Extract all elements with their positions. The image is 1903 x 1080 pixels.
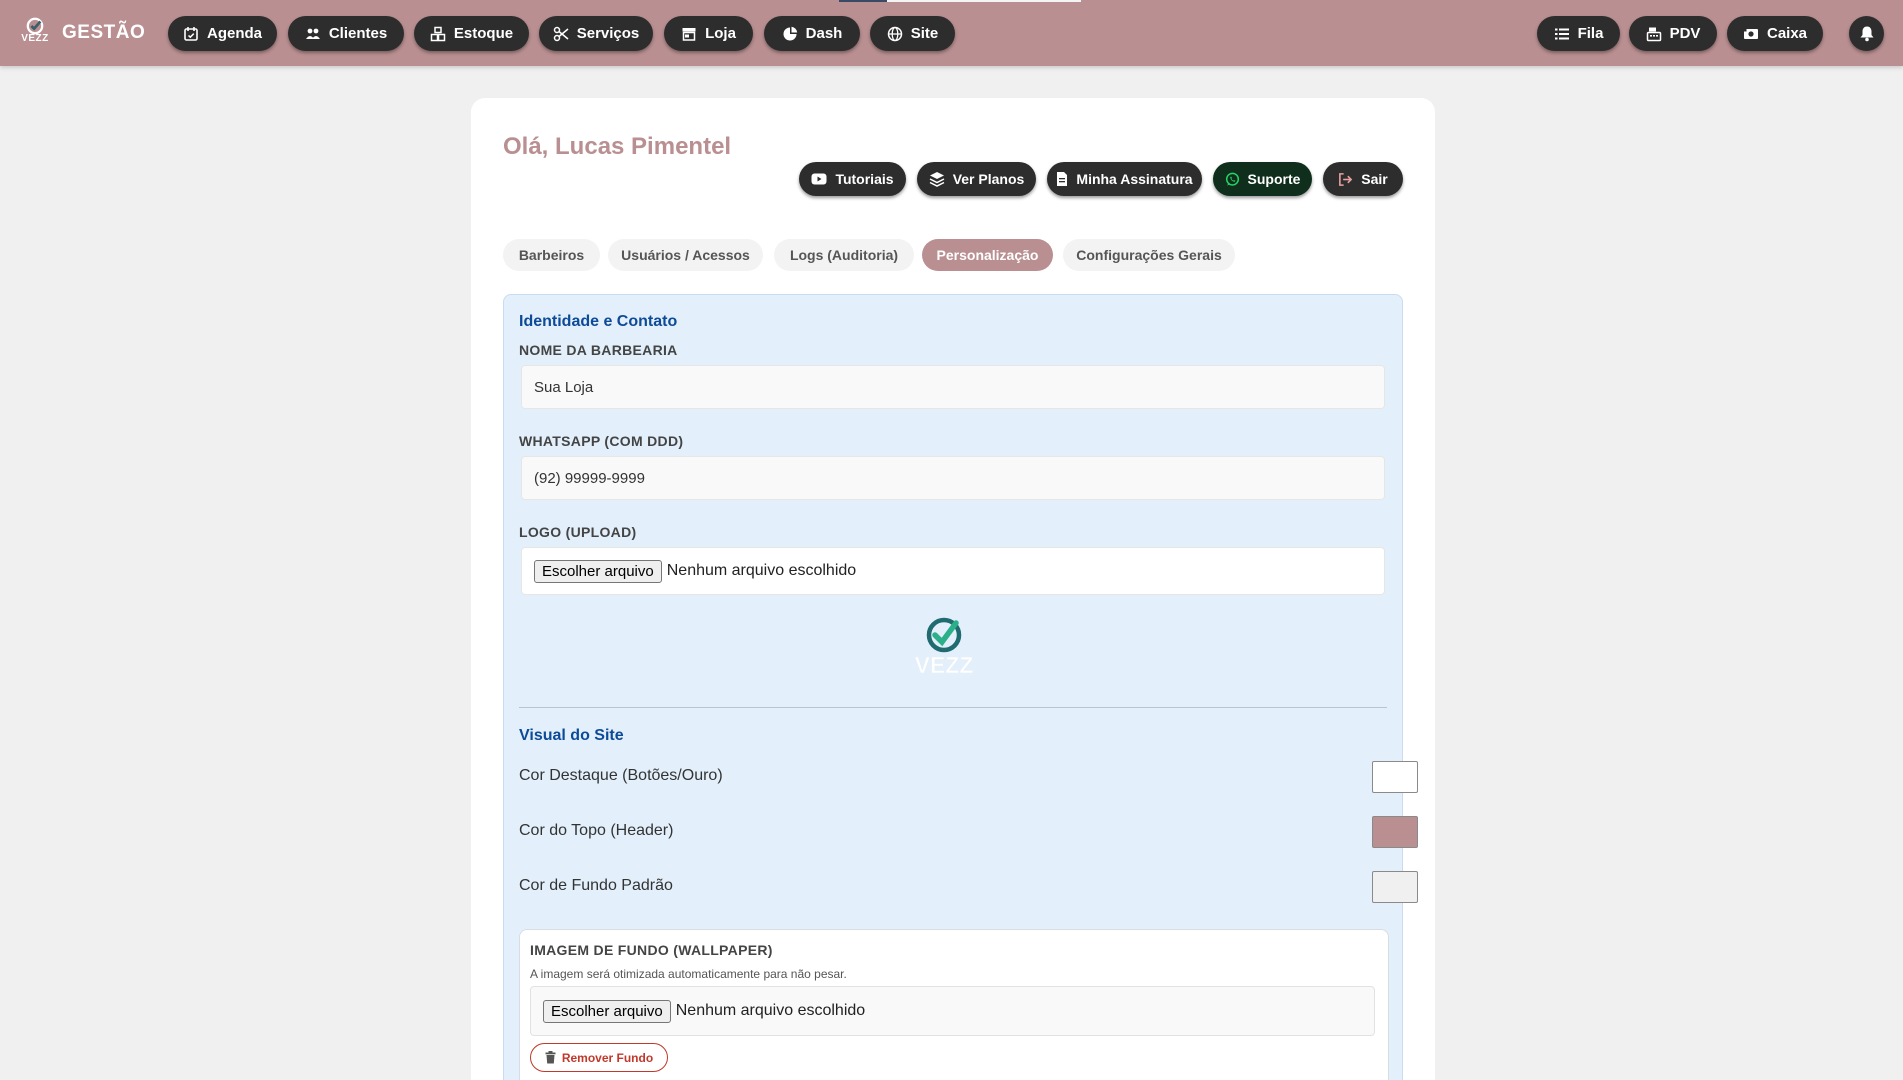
boxes-icon — [430, 26, 446, 41]
nav-label: Serviços — [576, 25, 640, 42]
accent-color-label: Cor Destaque (Botões/Ouro) — [519, 767, 723, 784]
remove-background-label: Remover Fundo — [561, 1050, 654, 1065]
tutorials-label: Tutoriais — [835, 171, 894, 187]
background-color-picker[interactable] — [1372, 871, 1418, 903]
nav-loja[interactable]: Loja — [664, 16, 753, 51]
identity-section-title: Identidade e Contato — [519, 313, 678, 330]
personalization-panel: Identidade e Contato NOME DA BARBEARIA S… — [503, 294, 1418, 1080]
list-icon — [1554, 28, 1569, 39]
tab-usuarios-acessos[interactable]: Usuários / Acessos — [608, 239, 763, 271]
nav-dash[interactable]: Dash — [764, 16, 860, 51]
logo-preview-text: VEZZ — [915, 652, 974, 678]
app-title: GESTÃO — [62, 22, 146, 43]
brand-logo[interactable]: VEZZ — [18, 17, 52, 49]
logo-preview-image: VEZZ — [904, 615, 984, 679]
whatsapp-input[interactable]: (92) 99999-9999 — [521, 456, 1385, 500]
nav-caixa[interactable]: Caixa — [1727, 16, 1823, 51]
youtube-icon — [811, 173, 827, 185]
tab-logs-auditoria[interactable]: Logs (Auditoria) — [774, 239, 914, 271]
settings-card: Olá, Lucas Pimentel Tutoriais Ver Planos… — [471, 98, 1435, 1080]
nav-label: Clientes — [328, 25, 388, 42]
nav-label: Fila — [1577, 25, 1604, 42]
nav-fila[interactable]: Fila — [1537, 16, 1620, 51]
vezz-logo-icon: VEZZ — [914, 617, 974, 678]
nav-servicos[interactable]: Serviços — [539, 16, 653, 51]
nav-pdv[interactable]: PDV — [1629, 16, 1717, 51]
logo-file-status: Nenhum arquivo escolhido — [666, 562, 857, 579]
my-subscription-button[interactable]: Minha Assinatura — [1047, 162, 1202, 196]
nav-label: Caixa — [1766, 25, 1808, 42]
view-plans-button[interactable]: Ver Planos — [917, 162, 1036, 196]
tab-barbeiros[interactable]: Barbeiros — [503, 239, 600, 271]
bell-icon — [1860, 26, 1873, 42]
support-label: Suporte — [1247, 171, 1301, 187]
logout-label: Sair — [1361, 171, 1388, 187]
view-plans-label: Ver Planos — [952, 171, 1025, 187]
pie-chart-icon — [783, 26, 797, 40]
my-subscription-label: Minha Assinatura — [1076, 171, 1193, 187]
nav-estoque[interactable]: Estoque — [414, 16, 529, 51]
scissors-icon — [553, 26, 569, 41]
calendar-icon — [184, 26, 198, 41]
nav-label: Dash — [805, 25, 843, 42]
nav-label: Loja — [705, 25, 736, 42]
nav-label: PDV — [1669, 25, 1701, 42]
header-color-picker[interactable] — [1372, 816, 1418, 848]
wallpaper-upload-input[interactable]: Escolher arquivo Nenhum arquivo escolhid… — [530, 986, 1375, 1036]
wallpaper-box: IMAGEM DE FUNDO (WALLPAPER) A imagem ser… — [519, 929, 1389, 1080]
support-button[interactable]: Suporte — [1213, 162, 1312, 196]
globe-icon — [887, 26, 902, 41]
logo-upload-label: LOGO (UPLOAD) — [519, 524, 637, 540]
whatsapp-icon — [1225, 172, 1239, 186]
shop-name-label: NOME DA BARBEARIA — [519, 342, 678, 358]
nav-label: Site — [910, 25, 939, 42]
top-header: VEZZ GESTÃO Agenda Clientes Estoque Serv… — [0, 0, 1903, 66]
loading-bar — [839, 0, 1081, 2]
shop-name-input[interactable]: Sua Loja — [521, 365, 1385, 409]
nav-site[interactable]: Site — [870, 16, 955, 51]
nav-clientes[interactable]: Clientes — [288, 16, 404, 51]
wallpaper-file-status: Nenhum arquivo escolhido — [675, 1002, 866, 1019]
header-color-label: Cor do Topo (Header) — [519, 822, 674, 839]
tab-configuracoes-gerais[interactable]: Configurações Gerais — [1063, 239, 1235, 271]
wallpaper-title: IMAGEM DE FUNDO (WALLPAPER) — [530, 942, 773, 958]
logout-icon — [1339, 172, 1353, 186]
nav-label: Agenda — [206, 25, 262, 42]
tutorials-button[interactable]: Tutoriais — [799, 162, 906, 196]
money-icon — [1743, 28, 1758, 39]
section-divider — [519, 707, 1387, 708]
logo-upload-input[interactable]: Escolher arquivo Nenhum arquivo escolhid… — [521, 547, 1385, 595]
nav-label: Estoque — [453, 25, 514, 42]
accent-color-picker[interactable] — [1372, 761, 1418, 793]
trash-icon — [545, 1051, 556, 1064]
nav-agenda[interactable]: Agenda — [168, 16, 277, 51]
greeting-title: Olá, Lucas Pimentel — [503, 133, 732, 160]
logo-choose-file-button[interactable]: Escolher arquivo — [534, 559, 662, 583]
tab-personalizacao[interactable]: Personalização — [922, 239, 1053, 271]
store-icon — [682, 27, 696, 41]
file-invoice-icon — [1057, 172, 1068, 186]
whatsapp-label: WHATSAPP (COM DDD) — [519, 433, 684, 449]
layers-icon — [929, 172, 945, 187]
notifications-button[interactable] — [1849, 16, 1884, 51]
brand-small-text: VEZZ — [21, 33, 49, 44]
remove-background-button[interactable]: Remover Fundo — [530, 1043, 668, 1072]
logout-button[interactable]: Sair — [1323, 162, 1403, 196]
wallpaper-hint: A imagem será otimizada automaticamente … — [530, 967, 847, 981]
wallpaper-choose-file-button[interactable]: Escolher arquivo — [543, 999, 671, 1023]
users-icon — [305, 28, 320, 39]
cash-register-icon — [1646, 27, 1661, 41]
background-color-label: Cor de Fundo Padrão — [519, 877, 673, 894]
visual-section-title: Visual do Site — [519, 727, 624, 744]
